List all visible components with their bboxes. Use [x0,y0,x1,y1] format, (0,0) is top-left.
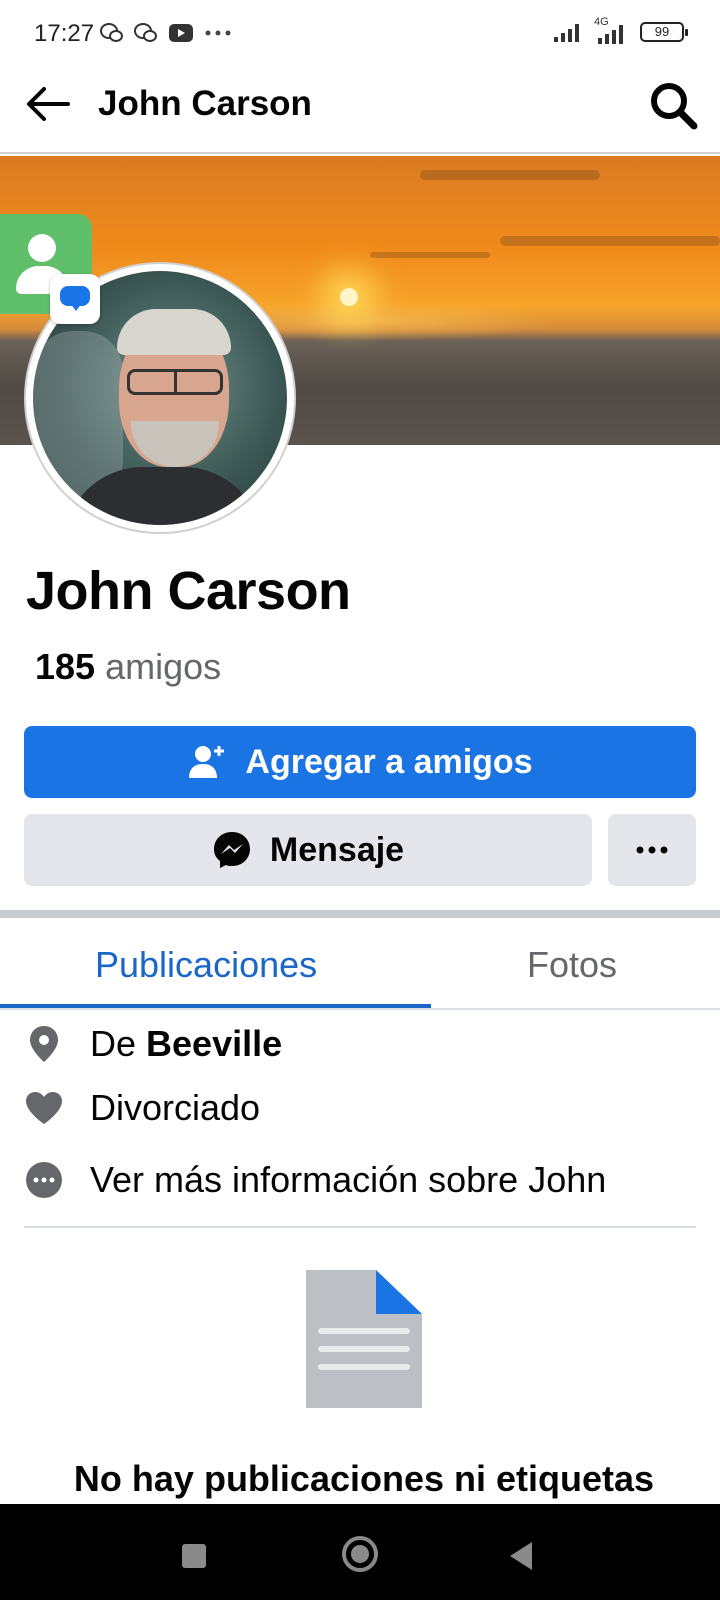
status-bar: 17:27 4G 99 [0,0,720,66]
add-friend-icon [189,746,225,778]
active-tab-indicator [0,1004,431,1008]
back-button[interactable] [510,1542,532,1570]
more-icon [636,846,668,854]
home-button[interactable] [342,1536,378,1572]
tab-fotos[interactable]: Fotos [527,944,617,986]
add-friend-label: Agregar a amigos [245,742,533,781]
friends-number: 185 [35,646,96,687]
relationship-text: Divorciado [90,1087,261,1128]
intro-relationship: Divorciado [24,1080,696,1136]
status-time: 17:27 [34,20,95,47]
wechat-icon [134,23,157,42]
more-icon [205,30,231,36]
message-label: Mensaje [269,830,405,869]
hometown-prefix: De [90,1023,137,1064]
search-icon[interactable] [648,80,700,132]
intro-more-info[interactable]: Ver más información sobre John [24,1152,696,1208]
messenger-icon [213,832,250,868]
heart-icon [26,1092,62,1124]
hometown-value: Beeville [146,1023,283,1064]
signal-4g: 4G [592,16,632,44]
recents-button[interactable] [182,1544,206,1568]
signal-icon [598,25,623,44]
messages-app-icon[interactable] [50,274,100,324]
intro-hometown: De Beeville [24,1016,696,1072]
notification-icons [100,22,232,44]
app-bar: John Carson [0,66,720,154]
profile-name: John Carson [26,561,351,621]
signal-icon [554,24,579,42]
section-divider [0,910,720,918]
wechat-icon [100,23,123,42]
friends-count[interactable]: 185 amigos [35,646,221,688]
battery-indicator: 99 [640,22,688,42]
message-button[interactable]: Mensaje [24,814,592,886]
location-pin-icon [30,1026,58,1062]
add-friend-button[interactable]: Agregar a amigos [24,726,696,798]
more-info-link[interactable]: Ver más información sobre John [90,1159,606,1201]
friends-label: amigos [105,646,222,687]
more-circle-icon [26,1162,62,1198]
app-bar-title: John Carson [98,84,312,123]
tab-publicaciones[interactable]: Publicaciones [95,944,317,986]
empty-state-title: No hay publicaciones ni etiquetas [73,1458,655,1499]
youtube-icon [169,24,193,42]
sun [340,288,358,306]
status-right: 4G 99 [554,16,688,44]
system-nav-bar [0,1504,720,1600]
more-options-button[interactable] [608,814,696,886]
back-arrow-icon[interactable] [24,84,72,124]
intro-divider [24,1226,696,1228]
document-icon [306,1270,422,1408]
profile-tabs: Publicaciones Fotos [0,918,720,1010]
